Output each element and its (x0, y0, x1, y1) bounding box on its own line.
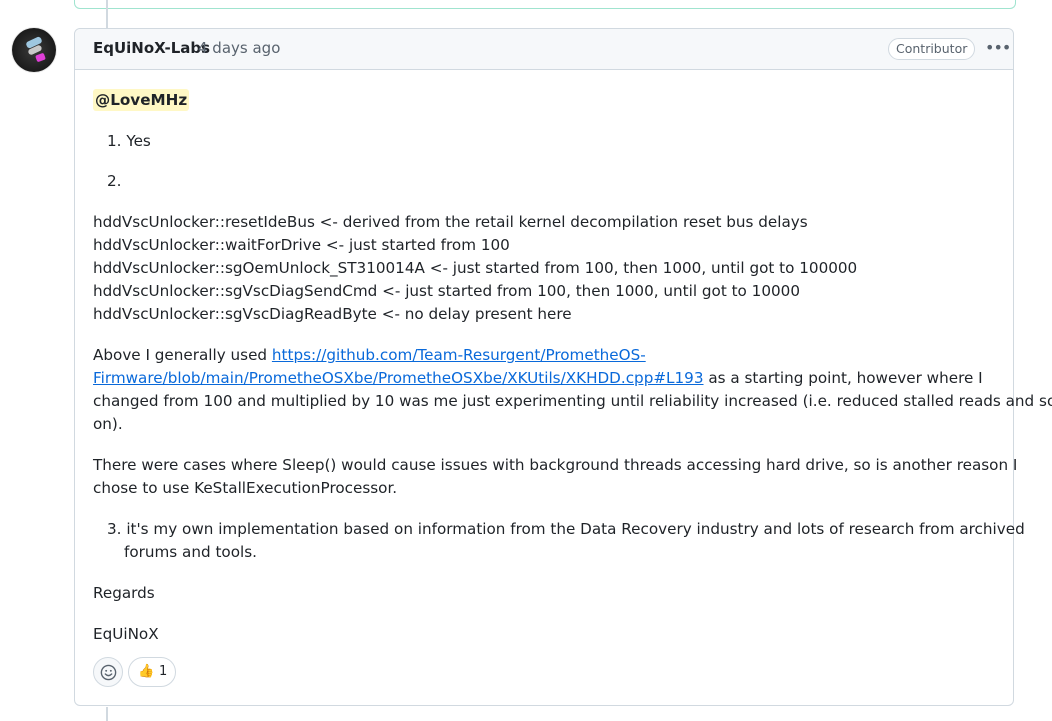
list-number: 2. (107, 172, 122, 190)
source-file-link[interactable]: https://github.com/Team-Resurgent/Promet… (272, 346, 646, 364)
code-line: hddVscUnlocker::sgOemUnlock_ST310014A <-… (93, 259, 858, 277)
thumbs-up-icon: 👍 (138, 664, 155, 679)
timeline: EqUiNoX-Labs 4 days ago Contributor ••• … (0, 0, 1052, 721)
code-line: hddVscUnlocker::resetIdeBus <- derived f… (93, 213, 808, 231)
list-item: 3. it's my own implementation based on i… (107, 518, 1025, 541)
list-item: 2. (107, 170, 122, 193)
paragraph-line: There were cases where Sleep() would cau… (93, 456, 1018, 474)
code-line: hddVscUnlocker::waitForDrive <- just sta… (93, 236, 510, 254)
paragraph-line: changed from 100 and multiplied by 10 wa… (93, 392, 1052, 410)
kebab-horizontal-icon[interactable]: ••• (985, 37, 1011, 59)
signature-text: EqUiNoX (93, 625, 159, 643)
previous-comment-edge (74, 0, 1016, 9)
add-reaction-button[interactable] (93, 657, 123, 687)
user-mention-link[interactable]: @LoveMHz (93, 89, 190, 111)
list-item-text: forums and tools. (124, 543, 257, 561)
source-file-link[interactable]: Firmware/blob/main/PrometheOSXbe/Prometh… (93, 369, 704, 387)
regards-text: Regards (93, 584, 155, 602)
contributor-badge: Contributor (888, 38, 976, 60)
paragraph-text: Above I generally used (93, 346, 272, 364)
paragraph-line: Firmware/blob/main/PrometheOSXbe/Prometh… (93, 367, 983, 390)
paragraph-line: on). (93, 415, 123, 433)
comment-timestamp-link[interactable]: 4 days ago (198, 39, 280, 57)
smiley-icon (100, 664, 117, 681)
code-line: hddVscUnlocker::sgVscDiagReadByte <- no … (93, 305, 572, 323)
comment-header: EqUiNoX-Labs 4 days ago Contributor ••• (75, 29, 1013, 70)
list-item-text: it's my own implementation based on info… (126, 520, 1025, 538)
thumbs-up-reaction-button[interactable]: 👍 1 (128, 657, 176, 687)
issue-comment: EqUiNoX-Labs 4 days ago Contributor ••• … (74, 28, 1052, 706)
reaction-count: 1 (159, 664, 168, 679)
code-line: hddVscUnlocker::sgVscDiagSendCmd <- just… (93, 282, 800, 300)
timeline-connector (106, 707, 108, 721)
avatar[interactable] (12, 28, 56, 72)
paragraph-line: chose to use KeStallExecutionProcessor. (93, 479, 398, 497)
list-item: 1. Yes (107, 130, 151, 153)
list-item-text: Yes (126, 132, 151, 150)
comment-author-link[interactable]: EqUiNoX-Labs (93, 39, 210, 57)
list-number: 1. (107, 132, 122, 150)
paragraph-text: as a starting point, however where I (703, 369, 983, 387)
paragraph-line: Above I generally used https://github.co… (93, 344, 646, 367)
timeline-connector (106, 0, 108, 28)
list-number: 3. (107, 520, 122, 538)
